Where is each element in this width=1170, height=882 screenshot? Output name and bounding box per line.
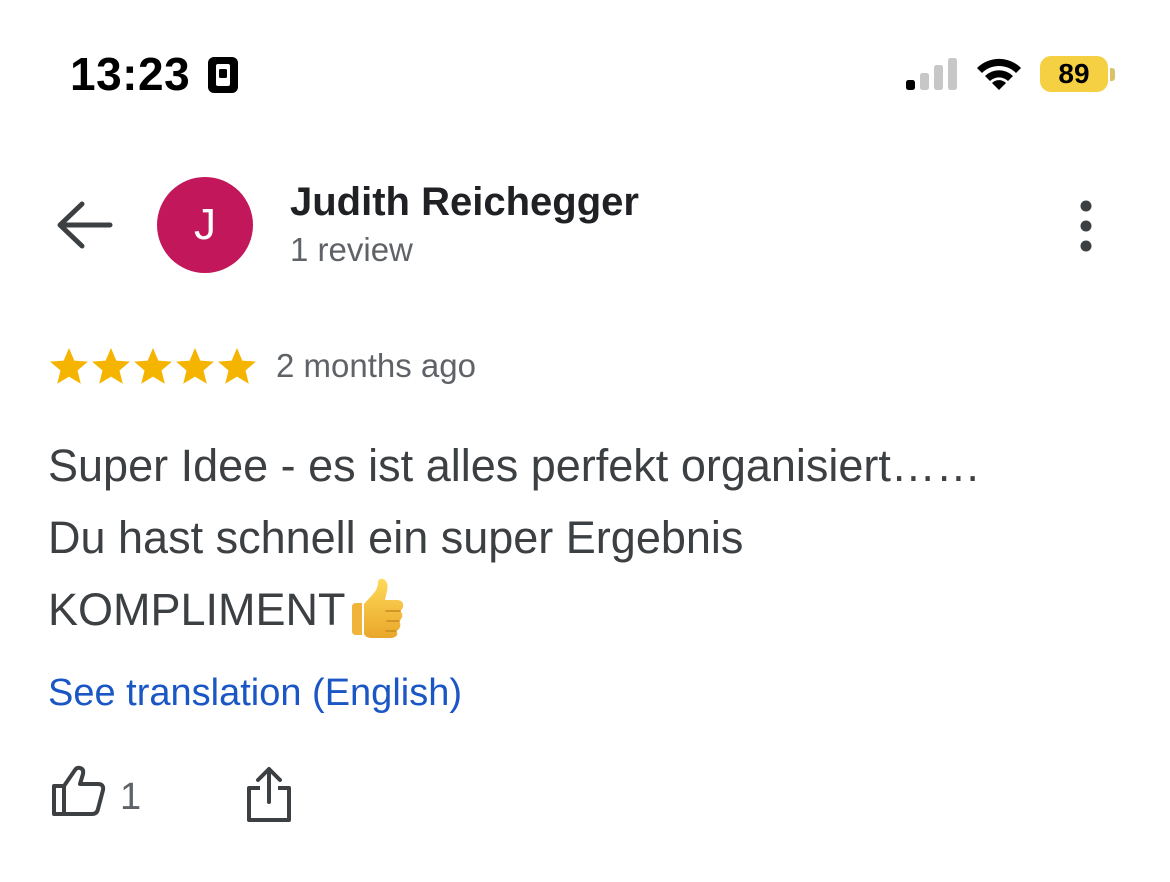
share-icon[interactable] bbox=[244, 766, 294, 824]
star-icon bbox=[218, 348, 256, 384]
back-arrow-icon[interactable] bbox=[52, 196, 116, 254]
review-body: Super Idee - es ist alles perfekt organi… bbox=[48, 430, 1128, 646]
status-time: 13:23 bbox=[70, 48, 191, 100]
star-icon bbox=[134, 348, 172, 384]
like-count: 1 bbox=[120, 776, 142, 818]
thumb-up-outline-icon[interactable] bbox=[50, 764, 108, 818]
reviewer-name[interactable]: Judith Reichegger bbox=[290, 179, 639, 225]
review-text-line: Super Idee - es ist alles perfekt organi… bbox=[48, 440, 981, 491]
battery-indicator: 89 bbox=[1040, 56, 1108, 92]
review-text-line-last: KOMPLIMENT bbox=[48, 574, 1128, 646]
battery-cap bbox=[1110, 68, 1115, 81]
review-time-ago: 2 months ago bbox=[276, 347, 476, 384]
orientation-lock-icon bbox=[208, 57, 238, 93]
star-icon bbox=[176, 348, 214, 384]
star-icon bbox=[50, 348, 88, 384]
star-icon bbox=[92, 348, 130, 384]
reviewer-review-count: 1 review bbox=[290, 231, 413, 268]
see-translation-link[interactable]: See translation (English) bbox=[48, 670, 462, 716]
more-options-icon[interactable] bbox=[1064, 196, 1108, 256]
wifi-icon bbox=[977, 58, 1021, 90]
thumbs-up-emoji-icon bbox=[351, 578, 403, 638]
review-text-line: KOMPLIMENT bbox=[48, 584, 346, 635]
star-rating bbox=[48, 346, 258, 386]
cellular-signal-icon bbox=[906, 58, 957, 90]
review-text-line: Du hast schnell ein super Ergebnis bbox=[48, 512, 744, 563]
reviewer-avatar[interactable]: J bbox=[157, 177, 253, 273]
